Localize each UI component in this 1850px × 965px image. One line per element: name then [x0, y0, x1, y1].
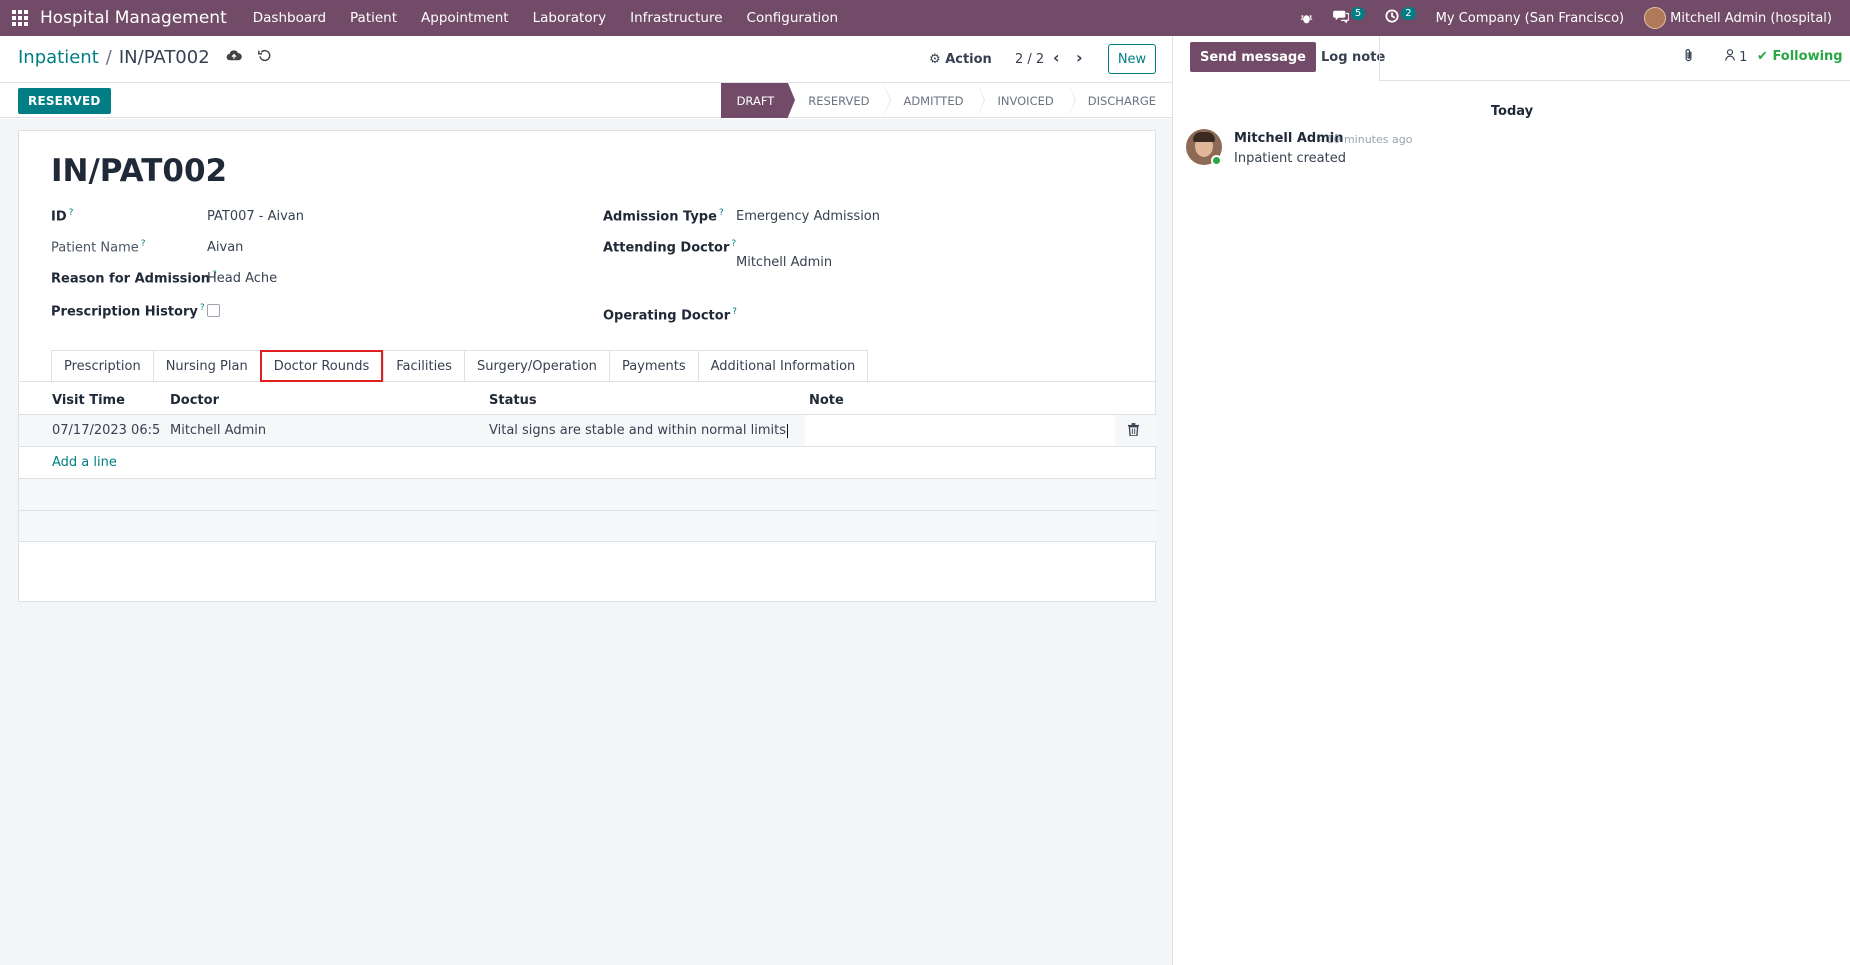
following-button[interactable]: ✔ Following — [1757, 49, 1843, 64]
breadcrumb: Inpatient / IN/PAT002 — [18, 47, 271, 68]
chatter-panel: Send message Log note 1 ✔ Following Toda… — [1172, 36, 1850, 965]
empty-row — [19, 510, 1157, 542]
send-message-button[interactable]: Send message — [1190, 42, 1316, 72]
tab-additional-information[interactable]: Additional Information — [697, 350, 869, 382]
app-name[interactable]: Hospital Management — [40, 8, 227, 28]
paperclip-icon[interactable] — [1683, 48, 1695, 67]
user-avatar — [1644, 7, 1667, 29]
log-note-button[interactable]: Log note — [1311, 42, 1395, 72]
status-stages: DRAFT RESERVED ADMITTED INVOICED DISCHAR… — [720, 83, 1172, 118]
user-icon — [1725, 49, 1739, 65]
tab-prescription[interactable]: Prescription — [51, 350, 153, 382]
followers-button[interactable]: 1 — [1725, 49, 1747, 65]
statusbar: RESERVED DRAFT RESERVED ADMITTED INVOICE… — [0, 83, 1172, 118]
column-note[interactable]: Note — [809, 393, 844, 408]
discard-undo-icon[interactable] — [257, 49, 271, 66]
breadcrumb-parent[interactable]: Inpatient — [18, 47, 99, 68]
attending-doctor-label: Attending Doctor? — [603, 239, 737, 256]
stage-reserved[interactable]: RESERVED — [788, 83, 892, 118]
attending-doctor-field[interactable]: Mitchell Admin — [736, 255, 832, 270]
notebook-tabs: Prescription Nursing Plan Doctor Rounds … — [51, 350, 869, 382]
stage-invoiced[interactable]: INVOICED — [977, 83, 1076, 118]
trash-icon[interactable] — [1128, 423, 1139, 437]
admission-type-label: Admission Type? — [603, 208, 724, 225]
record-title: IN/PAT002 — [51, 153, 228, 189]
breadcrumb-current: IN/PAT002 — [118, 47, 210, 68]
prescription-history-label: Prescription History? — [51, 303, 205, 320]
action-label: Action — [945, 52, 992, 67]
text-cursor — [787, 423, 789, 438]
visit-time-cell[interactable]: 07/17/2023 06:5 — [52, 423, 160, 438]
menu-configuration[interactable]: Configuration — [735, 10, 851, 26]
clock-icon — [1385, 9, 1399, 27]
chat-bubbles-icon — [1333, 9, 1350, 27]
control-panel: Inpatient / IN/PAT002 ⚙ Action 2 / 2 ‹ ›… — [0, 36, 1172, 83]
save-cloud-icon[interactable] — [226, 49, 242, 66]
column-doctor[interactable]: Doctor — [170, 393, 219, 408]
action-menu-button[interactable]: ⚙ Action — [929, 52, 992, 67]
tab-doctor-rounds[interactable]: Doctor Rounds — [259, 350, 384, 382]
gear-icon: ⚙ — [929, 52, 941, 67]
column-visit-time[interactable]: Visit Time — [52, 393, 125, 408]
top-navbar: Hospital Management Dashboard Patient Ap… — [0, 0, 1850, 36]
id-label: ID? — [51, 208, 74, 225]
patient-name-label: Patient Name? — [51, 239, 146, 256]
menu-appointment[interactable]: Appointment — [409, 10, 521, 26]
menu-infrastructure[interactable]: Infrastructure — [618, 10, 734, 26]
followers-count: 1 — [1739, 50, 1748, 65]
reason-field[interactable]: Head Ache — [207, 271, 277, 286]
status-cell-editor[interactable]: Vital signs are stable and within normal… — [489, 423, 789, 438]
doctor-cell[interactable]: Mitchell Admin — [170, 423, 266, 438]
stage-draft[interactable]: DRAFT — [720, 83, 796, 118]
menu-dashboard[interactable]: Dashboard — [241, 10, 338, 26]
chatter-divider-line — [1379, 80, 1850, 81]
id-field[interactable]: PAT007 - Aivan — [207, 209, 304, 224]
stage-admitted[interactable]: ADMITTED — [883, 83, 986, 118]
date-separator: Today — [1490, 104, 1534, 119]
activities-button[interactable]: 2 — [1375, 6, 1425, 27]
tab-surgery-operation[interactable]: Surgery/Operation — [463, 350, 609, 382]
messages-count-badge: 5 — [1350, 6, 1366, 20]
message-timestamp: - 10 minutes ago — [1319, 133, 1413, 146]
prescription-history-checkbox[interactable] — [207, 304, 220, 317]
apps-menu-icon[interactable] — [0, 0, 40, 36]
following-label: Following — [1772, 49, 1843, 64]
company-switcher[interactable]: My Company (San Francisco) — [1426, 11, 1634, 26]
menu-laboratory[interactable]: Laboratory — [521, 10, 619, 26]
chatter-divider — [1379, 36, 1380, 81]
tab-payments[interactable]: Payments — [608, 350, 698, 382]
new-button[interactable]: New — [1108, 44, 1156, 74]
user-menu[interactable]: Mitchell Admin (hospital) — [1634, 7, 1842, 29]
add-line-link[interactable]: Add a line — [52, 455, 117, 470]
note-cell-editor[interactable] — [805, 415, 1115, 446]
admission-type-field[interactable]: Emergency Admission — [736, 209, 880, 224]
check-icon: ✔ — [1757, 49, 1768, 64]
reserved-button[interactable]: RESERVED — [18, 88, 111, 114]
patient-name-field[interactable]: Aivan — [207, 240, 243, 255]
breadcrumb-separator: / — [105, 47, 112, 68]
empty-row — [19, 478, 1157, 510]
online-status-dot — [1211, 155, 1222, 166]
add-line-row: Add a line — [19, 446, 1157, 478]
tab-nursing-plan[interactable]: Nursing Plan — [152, 350, 260, 382]
chatter-topbar: Send message Log note 1 ✔ Following — [1173, 36, 1850, 81]
table-row[interactable]: 07/17/2023 06:5 Mitchell Admin Vital sig… — [19, 414, 1157, 446]
pager-previous-icon[interactable]: ‹ — [1053, 48, 1060, 67]
menu-patient[interactable]: Patient — [338, 10, 409, 26]
user-name: Mitchell Admin (hospital) — [1670, 10, 1832, 26]
form-sheet: IN/PAT002 ID? PAT007 - Aivan Patient Nam… — [18, 130, 1157, 602]
stage-discharge[interactable]: DISCHARGE — [1068, 83, 1172, 118]
tab-facilities[interactable]: Facilities — [383, 350, 464, 382]
messages-button[interactable]: 5 — [1323, 6, 1375, 27]
pager-next-icon[interactable]: › — [1076, 48, 1083, 67]
debug-bug-icon[interactable] — [1290, 12, 1323, 25]
operating-doctor-label: Operating Doctor? — [603, 307, 737, 324]
message-body: Inpatient created — [1234, 151, 1346, 166]
activities-count-badge: 2 — [1401, 6, 1416, 20]
status-cell-text: Vital signs are stable and within normal… — [489, 423, 787, 438]
reason-label: Reason for Admission? — [51, 270, 217, 287]
pager-value[interactable]: 2 / 2 — [1015, 52, 1044, 67]
column-status[interactable]: Status — [489, 393, 537, 408]
